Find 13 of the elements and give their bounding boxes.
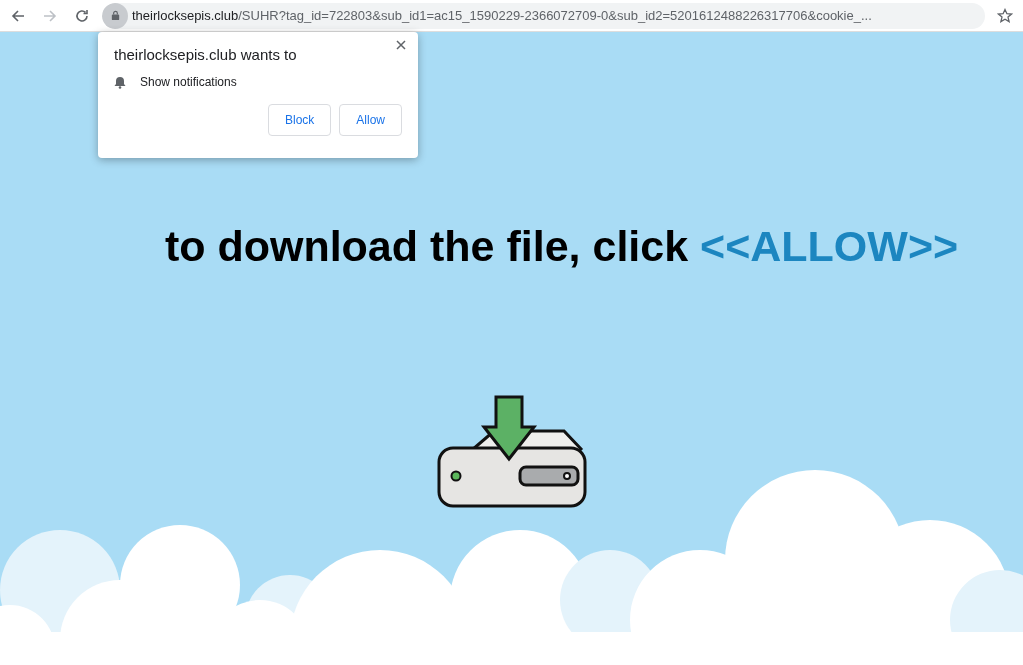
popup-title: theirlocksepis.club wants to	[114, 46, 298, 63]
close-icon[interactable]	[396, 40, 406, 50]
url-path: /SUHR?tag_id=722803&sub_id1=ac15_1590229-2366072709-0&sub_id2=5201612488226317706&cookie_...	[238, 8, 872, 23]
allow-button[interactable]: Allow	[339, 104, 402, 136]
lock-icon[interactable]	[102, 2, 128, 29]
drive-download-icon	[435, 395, 588, 509]
bell-icon	[114, 75, 126, 89]
address-bar[interactable]: theirlocksepis.club/SUHR?tag_id=722803&sub_id1=ac15_1590229-2366072709-0&sub_id2=5201612488226317706&cookie_...	[102, 2, 985, 29]
headline-text: to download the file, click	[164, 222, 690, 270]
url-host: theirlocksepis.club	[132, 8, 239, 23]
block-button[interactable]: Block	[267, 104, 332, 136]
headline-highlight: <<ALLOW>>	[700, 222, 959, 270]
permission-label: Show notifications	[140, 75, 237, 89]
